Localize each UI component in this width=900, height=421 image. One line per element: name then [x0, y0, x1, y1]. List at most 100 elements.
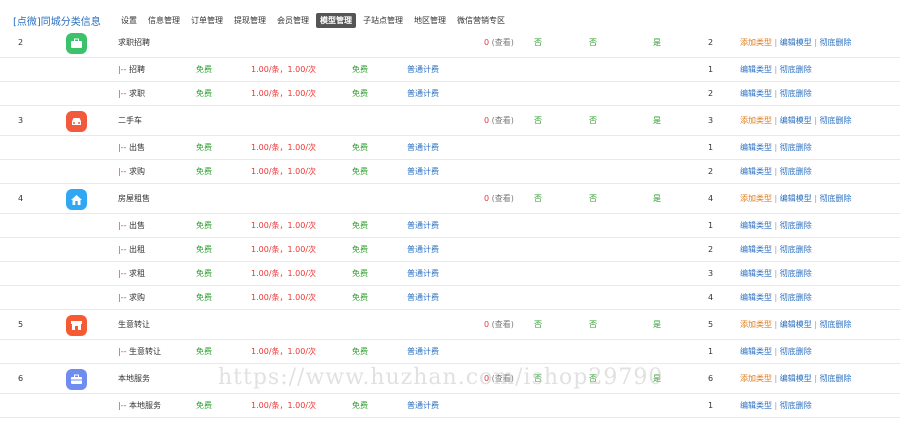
flag-3: 是	[653, 38, 661, 47]
edit-model-link[interactable]: 编辑模型	[780, 194, 812, 203]
sort-order: 2	[708, 167, 714, 176]
separator: |	[772, 320, 780, 329]
add-type-link[interactable]: 添加类型	[740, 374, 772, 383]
delete-link[interactable]: 彻底删除	[780, 269, 812, 278]
fee-free-2: 免费	[352, 143, 368, 152]
edit-model-link[interactable]: 编辑模型	[780, 38, 812, 47]
type-row: |-- 生意转让 免费 1.00/条，1.00/次 免费 普通计费 1 编辑类型 | 彻底删…	[0, 340, 900, 364]
sort-order: 2	[708, 245, 714, 254]
edit-type-link[interactable]: 编辑类型	[740, 401, 772, 410]
separator: |	[772, 293, 780, 302]
nav-item[interactable]: 微信营销专区	[453, 13, 509, 28]
briefcase-icon	[66, 33, 87, 54]
edit-model-link[interactable]: 编辑模型	[780, 116, 812, 125]
type-label: 生意转让	[126, 347, 162, 356]
nav-item[interactable]: 模型管理	[316, 13, 356, 28]
delete-link[interactable]: 彻底删除	[780, 89, 812, 98]
delete-link[interactable]: 彻底删除	[820, 320, 852, 329]
nav-item[interactable]: 信息管理	[144, 13, 184, 28]
model-row: 4 房屋租售 0 (查看) 否 否 是 4 添加类型 | 编辑模型 | 彻底删除	[0, 184, 900, 214]
delete-link[interactable]: 彻底删除	[780, 65, 812, 74]
delete-link[interactable]: 彻底删除	[820, 38, 852, 47]
model-table: 2 求职招聘 0 (查看) 否否是 2 添加类型 | 编辑模型 | 彻底删除 |-- 招聘免…	[0, 28, 900, 421]
separator: |	[772, 347, 780, 356]
info-count: 0 (查看)	[484, 116, 514, 126]
brand-title: [点微]同城分类信息	[13, 17, 101, 28]
nav-item[interactable]: 子站点管理	[359, 13, 407, 28]
nav-item[interactable]: 设置	[117, 13, 141, 28]
price: 1.00/条，1.00/次	[251, 293, 317, 302]
delete-link[interactable]: 彻底删除	[780, 401, 812, 410]
house-icon	[66, 189, 87, 210]
edit-type-link[interactable]: 编辑类型	[740, 347, 772, 356]
edit-model-link[interactable]: 编辑模型	[780, 374, 812, 383]
model-row: 2 求职招聘 0 (查看) 否 否 是 2 添加类型 | 编辑模型 | 彻底删除	[0, 28, 900, 58]
add-type-link[interactable]: 添加类型	[740, 116, 772, 125]
sort-order: 1	[708, 221, 714, 230]
nav-item[interactable]: 订单管理	[187, 13, 227, 28]
delete-link[interactable]: 彻底删除	[820, 116, 852, 125]
nav-item[interactable]: 提现管理	[230, 13, 270, 28]
info-count: 0 (查看)	[484, 374, 514, 384]
row-actions: 编辑类型 | 彻底删除	[740, 293, 812, 303]
type-label: 招聘	[126, 65, 146, 74]
nav-item[interactable]: 地区管理	[410, 13, 450, 28]
flag-2: 否	[589, 116, 597, 125]
price: 1.00/条，1.00/次	[251, 167, 317, 176]
delete-link[interactable]: 彻底删除	[820, 374, 852, 383]
view-link[interactable]: (查看)	[489, 38, 514, 47]
type-row: |-- 求租 免费 1.00/条，1.00/次 免费 普通计费 3 编辑类型 | 彻底删除	[0, 262, 900, 286]
billing-mode: 普通计费	[407, 89, 439, 98]
delete-link[interactable]: 彻底删除	[780, 347, 812, 356]
edit-type-link[interactable]: 编辑类型	[740, 245, 772, 254]
fee-free: 免费	[196, 89, 212, 98]
model-row: 6 本地服务 0 (查看) 否 否 是 6 添加类型 | 编辑模型 | 彻底删除	[0, 364, 900, 394]
edit-type-link[interactable]: 编辑类型	[740, 221, 772, 230]
main-nav: 设置 信息管理 订单管理 提现管理 会员管理 模型管理 子站点管理 地区管理 微信营销专区	[117, 13, 512, 28]
edit-type-link[interactable]: 编辑类型	[740, 89, 772, 98]
view-link[interactable]: (查看)	[489, 374, 514, 383]
edit-type-link[interactable]: 编辑类型	[740, 293, 772, 302]
edit-model-link[interactable]: 编辑模型	[780, 320, 812, 329]
flag-3: 是	[653, 320, 661, 329]
delete-link[interactable]: 彻底删除	[780, 293, 812, 302]
model-id: 5	[18, 320, 24, 329]
model-id: 3	[18, 116, 24, 125]
model-name: 二手车	[118, 116, 142, 125]
separator: |	[772, 116, 780, 125]
add-type-link[interactable]: 添加类型	[740, 320, 772, 329]
view-link[interactable]: (查看)	[489, 320, 514, 329]
view-link[interactable]: (查看)	[489, 194, 514, 203]
sort-order: 2	[708, 38, 714, 47]
info-count: 0 (查看)	[484, 38, 514, 48]
separator: |	[811, 116, 820, 125]
edit-type-link[interactable]: 编辑类型	[740, 269, 772, 278]
delete-link[interactable]: 彻底删除	[780, 167, 812, 176]
row-actions: 编辑类型 | 彻底删除	[740, 65, 812, 75]
type-name: |-- 求职	[118, 89, 145, 99]
delete-link[interactable]: 彻底删除	[780, 221, 812, 230]
type-name: |-- 出售	[118, 143, 145, 153]
add-type-link[interactable]: 添加类型	[740, 194, 772, 203]
separator: |	[772, 401, 780, 410]
flag-1: 否	[534, 116, 542, 125]
delete-link[interactable]: 彻底删除	[820, 194, 852, 203]
billing-mode: 普通计费	[407, 221, 439, 230]
view-link[interactable]: (查看)	[489, 116, 514, 125]
type-row: |-- 求购 免费 1.00/条，1.00/次 免费 普通计费 2 编辑类型 | 彻底删除	[0, 160, 900, 184]
nav-item[interactable]: 会员管理	[273, 13, 313, 28]
delete-link[interactable]: 彻底删除	[780, 245, 812, 254]
sort-order: 4	[708, 293, 714, 302]
sort-order: 6	[708, 374, 714, 383]
info-count: 0 (查看)	[484, 320, 514, 330]
add-type-link[interactable]: 添加类型	[740, 38, 772, 47]
type-name: |-- 求租	[118, 269, 145, 279]
delete-link[interactable]: 彻底删除	[780, 143, 812, 152]
edit-type-link[interactable]: 编辑类型	[740, 65, 772, 74]
separator: |	[772, 269, 780, 278]
edit-type-link[interactable]: 编辑类型	[740, 143, 772, 152]
edit-type-link[interactable]: 编辑类型	[740, 167, 772, 176]
billing-mode: 普通计费	[407, 245, 439, 254]
fee-free-2: 免费	[352, 221, 368, 230]
type-row: |-- 求购 免费 1.00/条，1.00/次 免费 普通计费 4 编辑类型 | 彻底删除	[0, 286, 900, 310]
